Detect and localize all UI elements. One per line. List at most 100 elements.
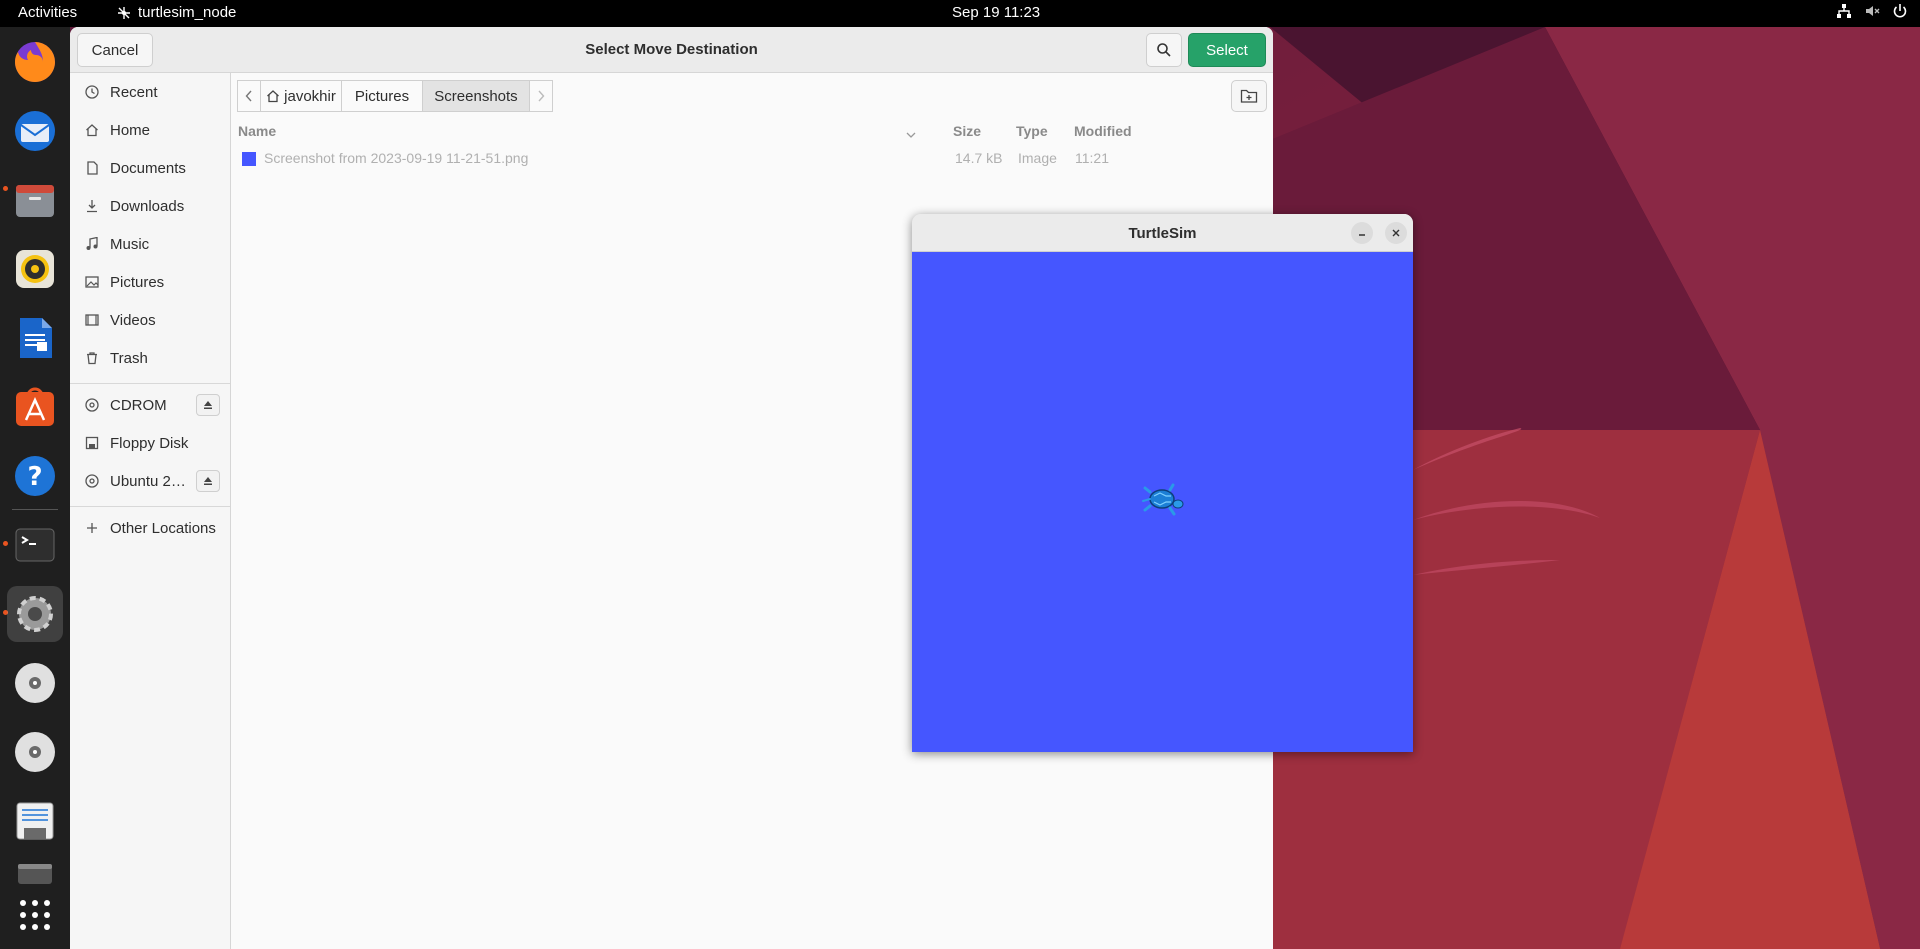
- volume-muted-icon: [1866, 6, 1880, 16]
- gear-icon: [17, 596, 53, 632]
- rhythmbox-icon: [16, 250, 54, 288]
- show-apps-button[interactable]: [7, 887, 63, 943]
- files-launcher[interactable]: [7, 172, 63, 228]
- sidebar-item-label: Documents: [110, 159, 186, 177]
- new-folder-button[interactable]: [1231, 80, 1267, 112]
- home-icon: [267, 90, 280, 103]
- firefox-icon: [15, 42, 55, 82]
- column-type[interactable]: Type: [1016, 123, 1048, 139]
- eject-icon: [204, 477, 212, 485]
- file-type: Image: [1018, 150, 1057, 166]
- column-name[interactable]: Name: [238, 123, 276, 139]
- column-modified[interactable]: Modified: [1074, 123, 1132, 139]
- crumb-screenshots[interactable]: Screenshots: [422, 80, 530, 112]
- dialog-title: Select Move Destination: [585, 41, 758, 58]
- turtlesim-titlebar[interactable]: TurtleSim: [912, 214, 1413, 252]
- crumb-pictures[interactable]: Pictures: [341, 80, 423, 112]
- disc-icon: [15, 663, 55, 703]
- crumb-label: Pictures: [354, 87, 410, 105]
- search-button[interactable]: [1146, 33, 1182, 67]
- crumb-home[interactable]: javokhir: [260, 80, 342, 112]
- turtlesim-window: TurtleSim: [912, 214, 1413, 752]
- app-center-launcher[interactable]: [7, 379, 63, 435]
- close-button[interactable]: [1385, 222, 1407, 244]
- turtle-icon: [1142, 483, 1184, 516]
- floppy-launcher[interactable]: [7, 793, 63, 849]
- writer-launcher[interactable]: [7, 310, 63, 366]
- help-icon: ?: [15, 456, 55, 496]
- sidebar-item-pictures[interactable]: Pictures: [70, 265, 230, 299]
- document-icon: [84, 160, 100, 176]
- chevron-left-icon: [245, 90, 252, 102]
- sidebar-item-videos[interactable]: Videos: [70, 303, 230, 337]
- activities-button[interactable]: Activities: [18, 4, 77, 21]
- terminal-icon: [15, 528, 55, 562]
- file-modified: 11:21: [1075, 150, 1109, 166]
- eject-icon: [204, 401, 212, 409]
- picture-icon: [84, 274, 100, 290]
- sidebar-item-downloads[interactable]: Downloads: [70, 189, 230, 223]
- download-icon: [84, 198, 100, 214]
- app-menu[interactable]: turtlesim_node: [116, 4, 236, 21]
- thunderbird-launcher[interactable]: [7, 103, 63, 159]
- crumb-label: javokhir: [284, 87, 336, 105]
- cancel-button[interactable]: Cancel: [77, 33, 153, 67]
- eject-button[interactable]: [196, 470, 220, 492]
- chevron-right-icon: [538, 90, 545, 102]
- sidebar-item-recent[interactable]: Recent: [70, 75, 230, 109]
- help-launcher[interactable]: ?: [7, 448, 63, 504]
- disc-icon: [84, 397, 100, 413]
- terminal-launcher[interactable]: [7, 517, 63, 573]
- sidebar-item-label: Trash: [110, 349, 148, 367]
- files-icon: [16, 185, 54, 217]
- sidebar-item-documents[interactable]: Documents: [70, 151, 230, 185]
- sidebar-item-label: Floppy Disk: [110, 434, 189, 452]
- cdrom-launcher[interactable]: [7, 655, 63, 711]
- thunderbird-icon: [15, 111, 55, 151]
- path-forward-button[interactable]: [529, 80, 553, 112]
- eject-button[interactable]: [196, 394, 220, 416]
- minimize-button[interactable]: [1351, 222, 1373, 244]
- disc-icon: [15, 732, 55, 772]
- table-row[interactable]: Screenshot from 2023-09-19 11-21-51.png …: [238, 147, 1273, 171]
- home-icon: [84, 122, 100, 138]
- select-button[interactable]: Select: [1188, 33, 1266, 67]
- sidebar-item-label: Ubuntu 2…: [110, 472, 186, 490]
- sidebar-item-home[interactable]: Home: [70, 113, 230, 147]
- file-list-header: Name Size Type Modified: [238, 123, 1273, 145]
- clock[interactable]: Sep 19 11:23: [952, 4, 1040, 21]
- turtlesim-canvas: [912, 252, 1413, 752]
- sidebar-item-label: Home: [110, 121, 151, 139]
- sort-chevron-down-icon[interactable]: [906, 126, 916, 142]
- music-icon: [84, 236, 100, 252]
- rhythmbox-launcher[interactable]: [7, 241, 63, 297]
- path-back-button[interactable]: [237, 80, 261, 112]
- dock-separator: [12, 509, 58, 510]
- sidebar-item-music[interactable]: Music: [70, 227, 230, 261]
- clock-icon: [84, 84, 100, 100]
- sidebar-item-label: Videos: [110, 311, 156, 329]
- system-tray[interactable]: [1836, 3, 1908, 19]
- sidebar-item-trash[interactable]: Trash: [70, 341, 230, 375]
- firefox-launcher[interactable]: [7, 34, 63, 90]
- floppy-icon: [16, 802, 54, 840]
- floppy-icon: [84, 435, 100, 451]
- sidebar-item-cdrom[interactable]: CDROM: [70, 388, 230, 422]
- minimize-icon: [1359, 234, 1365, 236]
- window-title: TurtleSim: [1128, 225, 1197, 242]
- top-bar: Activities turtlesim_node Sep 19 11:23: [0, 0, 1920, 27]
- crumb-label: Screenshots: [434, 87, 518, 105]
- app-menu-icon: [118, 6, 130, 19]
- settings-launcher[interactable]: [7, 586, 63, 642]
- close-icon: [1392, 229, 1400, 237]
- column-size[interactable]: Size: [953, 123, 981, 139]
- file-size: 14.7 kB: [955, 150, 1003, 166]
- dvd-launcher[interactable]: [7, 724, 63, 780]
- sidebar-item-other-locations[interactable]: Other Locations: [70, 511, 230, 545]
- places-sidebar: Recent Home Documents Downloads Music Pi…: [70, 73, 231, 949]
- sidebar-item-floppy[interactable]: Floppy Disk: [70, 426, 230, 460]
- grid-icon: [20, 900, 50, 930]
- sidebar-item-label: Other Locations: [110, 519, 216, 537]
- sidebar-item-ubuntu[interactable]: Ubuntu 2…: [70, 464, 230, 498]
- new-folder-icon: [1240, 89, 1258, 103]
